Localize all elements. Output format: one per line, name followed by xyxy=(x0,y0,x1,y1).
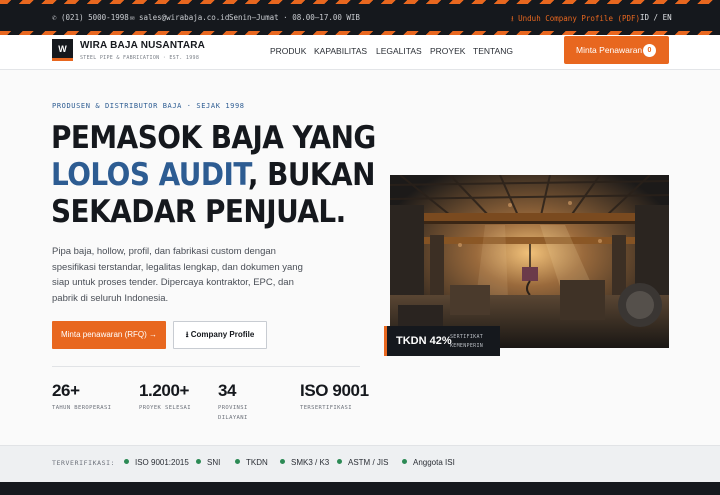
nav-item-proyek[interactable]: PROYEK xyxy=(430,46,465,56)
nav-item-tentang[interactable]: TENTANG xyxy=(473,46,513,56)
phone-link[interactable]: ✆ (021) 5000-1998 xyxy=(52,13,129,22)
site-header: W WIRA BAJA NUSANTARA STEEL PIPE & FABRI… xyxy=(0,35,720,70)
stat-projects-label: PROYEK SELESAI xyxy=(139,405,191,411)
cert-item: TKDN xyxy=(235,458,268,467)
business-hours: Senin–Jumat · 08.00–17.00 WIB xyxy=(229,13,360,22)
tkdn-label: SERTIFIKAT KEMENPERIN xyxy=(450,334,484,349)
top-info-bar: ✆ (021) 5000-1998 ✉ sales@wirabaja.co.id… xyxy=(0,4,720,31)
headline-line-1: PEMASOK BAJA YANG xyxy=(51,120,376,156)
cert-item: SMK3 / K3 xyxy=(280,458,329,467)
stat-projects-value: 1.200+ xyxy=(139,381,190,400)
stat-iso-label: TERSERTIFIKASI xyxy=(300,405,352,411)
check-dot-icon xyxy=(235,459,240,464)
cert-item: ASTM / JIS xyxy=(337,458,388,467)
cert-item: SNI xyxy=(196,458,220,467)
verification-strip: TERVERIFIKASI: ISO 9001:2015 SNI TKDN SM… xyxy=(0,445,720,482)
tkdn-value: TKDN 42% xyxy=(396,335,452,347)
request-quote-label: Minta Penawaran xyxy=(576,45,643,55)
stat-years-value: 26+ xyxy=(52,381,80,400)
company-profile-button[interactable]: ⭳ Company Profile xyxy=(173,321,267,349)
footer-bar xyxy=(0,482,720,495)
stat-provinces-label: PROVINSI DILAYANI xyxy=(218,405,248,421)
headline-line-2: LOLOS AUDIT, BUKAN xyxy=(51,157,376,194)
nav-item-produk[interactable]: PRODUK xyxy=(270,46,306,56)
tkdn-badge: TKDN 42% SERTIFIKAT KEMENPERIN xyxy=(384,326,500,356)
headline-accent: LOLOS AUDIT xyxy=(51,157,248,193)
hero-eyebrow: PRODUSEN & DISTRIBUTOR BAJA · SEJAK 1998 xyxy=(52,102,245,110)
stat-provinces-value: 34 xyxy=(218,381,237,400)
check-dot-icon xyxy=(280,459,285,464)
brand-tagline: STEEL PIPE & FABRICATION · EST. 1998 xyxy=(80,55,200,61)
nav-item-kapabilitas[interactable]: KAPABILITAS xyxy=(314,46,367,56)
cert-item: Anggota ISI xyxy=(402,458,455,467)
request-quote-button[interactable]: Minta Penawaran 0 xyxy=(564,36,669,64)
stats-divider xyxy=(52,366,360,367)
factory-photo xyxy=(390,175,669,348)
hero-description: Pipa baja, hollow, profil, dan fabrikasi… xyxy=(52,246,303,304)
rfq-button[interactable]: Minta penawaran (RFQ) → xyxy=(52,321,166,349)
stat-iso-value: ISO 9001 xyxy=(300,381,369,400)
brand-name[interactable]: WIRA BAJA NUSANTARA xyxy=(80,40,205,51)
hero-headline: PEMASOK BAJA YANG LOLOS AUDIT, BUKAN SEK… xyxy=(51,120,376,231)
verification-label: TERVERIFIKASI: xyxy=(52,459,116,467)
check-dot-icon xyxy=(124,459,129,464)
check-dot-icon xyxy=(337,459,342,464)
logo-icon[interactable]: W xyxy=(52,39,73,61)
check-dot-icon xyxy=(196,459,201,464)
check-dot-icon xyxy=(402,459,407,464)
headline-line-2-rest: , BUKAN xyxy=(247,157,376,193)
quote-count-badge: 0 xyxy=(643,44,656,57)
email-link[interactable]: ✉ sales@wirabaja.co.id xyxy=(130,13,229,22)
download-profile-link[interactable]: ⭳ Unduh Company Profile (PDF) xyxy=(511,13,640,26)
nav-item-legalitas[interactable]: LEGALITAS xyxy=(376,46,422,56)
stat-years-label: TAHUN BEROPERASI xyxy=(52,405,112,411)
language-switcher[interactable]: ID / EN xyxy=(640,13,672,22)
headline-line-3: SEKADAR PENJUAL. xyxy=(51,194,346,230)
cert-item: ISO 9001:2015 xyxy=(124,458,189,467)
